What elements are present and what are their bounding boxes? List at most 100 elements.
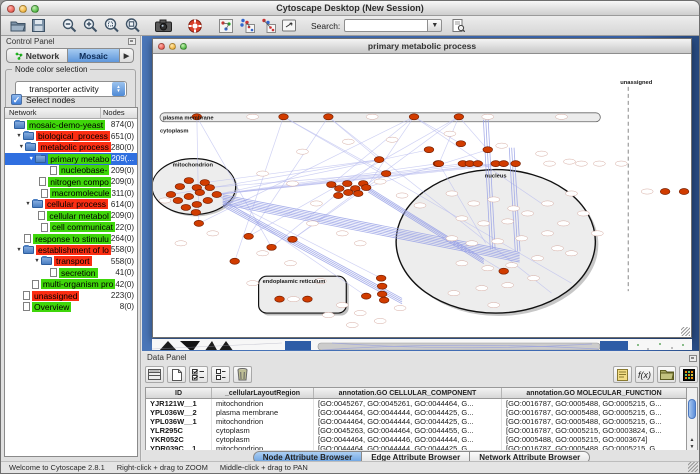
tree-item-transport[interactable]: ▼transport558(0) — [5, 256, 137, 267]
tree-item-biological-process[interactable]: ▼biological_process651(0) — [5, 130, 137, 141]
delete-attribute-button[interactable] — [233, 366, 252, 383]
tree-item-unassigned[interactable]: unassigned223(0) — [5, 290, 137, 301]
network-node[interactable] — [381, 171, 391, 177]
network-node[interactable] — [212, 192, 222, 198]
network-node[interactable] — [361, 185, 371, 191]
label-button[interactable] — [613, 366, 632, 383]
network-node[interactable] — [166, 192, 176, 198]
network-node[interactable] — [379, 297, 389, 303]
network-node[interactable] — [361, 293, 371, 299]
network-node[interactable] — [660, 189, 670, 195]
float-panel-icon[interactable] — [128, 38, 136, 45]
open-button[interactable] — [7, 17, 28, 35]
window-resize-grip[interactable] — [688, 462, 698, 472]
table-row[interactable]: YLR295Ccytoplasm[GO:0045263, GO:0044464,… — [146, 426, 687, 435]
zoom-selected-button[interactable] — [101, 17, 122, 35]
expand-arrow-icon[interactable]: ▼ — [24, 201, 32, 207]
network-node[interactable] — [343, 190, 353, 196]
network-node[interactable] — [353, 191, 363, 197]
network-view-titlebar[interactable]: primary metabolic process — [153, 39, 691, 54]
table-row[interactable]: YPL036W__2plasma membrane[GO:0044464, GO… — [146, 408, 687, 417]
network-node[interactable] — [267, 244, 277, 250]
network-node[interactable] — [499, 268, 509, 274]
network-node[interactable] — [473, 161, 483, 167]
network-node[interactable] — [409, 114, 419, 120]
network-node[interactable] — [499, 161, 509, 167]
zoom-out-button[interactable] — [59, 17, 80, 35]
network-node[interactable] — [376, 275, 386, 281]
network-node[interactable] — [327, 182, 337, 188]
scrollbar-arrows[interactable]: ▲▼ — [687, 437, 697, 451]
network-view-content[interactable]: plasma membranecytoplasmmitochondrionnuc… — [153, 54, 691, 337]
network-node[interactable] — [194, 220, 204, 226]
tree-item-nucleobase-[interactable]: nucleobase-209(0) — [5, 165, 137, 176]
network-node[interactable] — [191, 209, 201, 215]
select-attributes-button[interactable] — [145, 366, 164, 383]
new-attribute-button[interactable] — [167, 366, 186, 383]
table-row[interactable]: YKR052Ccytoplasm[GO:0044464, GO:0044446,… — [146, 435, 687, 444]
save-button[interactable] — [28, 17, 49, 35]
network-node[interactable] — [377, 291, 387, 297]
tab-overflow-arrow-icon[interactable]: ▶ — [120, 48, 134, 63]
network-node[interactable] — [342, 181, 352, 187]
network-node[interactable] — [184, 178, 194, 184]
tree-header-nodes[interactable]: Nodes — [101, 108, 137, 118]
network-node[interactable] — [244, 233, 254, 239]
network-node[interactable] — [173, 197, 183, 203]
expand-network-button[interactable] — [236, 17, 257, 35]
table-row[interactable]: YJR121W__1mitochondrion[GO:0045267, GO:0… — [146, 399, 687, 408]
network-node[interactable] — [205, 185, 215, 191]
tab-mosaic[interactable]: Mosaic — [68, 48, 120, 63]
import-attributes-button[interactable] — [657, 366, 676, 383]
manage-networks-button[interactable] — [215, 17, 236, 35]
network-node[interactable] — [456, 141, 466, 147]
tree-item-cellular-process[interactable]: ▼cellular process614(0) — [5, 199, 137, 210]
search-dropdown-button[interactable]: ▼ — [428, 19, 442, 32]
network-node[interactable] — [377, 283, 387, 289]
network-node[interactable] — [335, 186, 345, 192]
expand-arrow-icon[interactable]: ▼ — [15, 133, 23, 139]
network-node[interactable] — [374, 157, 384, 163]
expand-arrow-icon[interactable]: ▼ — [27, 156, 35, 162]
column-header[interactable]: annotation.GO MOLECULAR_FUNCTION — [502, 388, 687, 398]
network-node[interactable] — [679, 189, 689, 195]
tree-item-macromolecule[interactable]: macromolecule311(0) — [5, 187, 137, 198]
column-header[interactable]: annotation.GO CELLULAR_COMPONENT — [314, 388, 502, 398]
unselect-all-attributes-button[interactable] — [211, 366, 230, 383]
matrix-button[interactable] — [679, 366, 698, 383]
data-panel-float-icon[interactable] — [689, 355, 697, 362]
network-node[interactable] — [483, 147, 493, 153]
network-node[interactable] — [334, 193, 344, 199]
function-builder-button[interactable]: f(x) — [635, 366, 654, 383]
tree-header-network[interactable]: Network — [5, 108, 101, 118]
tree-item-nitrogen-compo[interactable]: nitrogen compo209(0) — [5, 176, 137, 187]
collapse-network-button[interactable] — [257, 17, 278, 35]
table-row[interactable]: YPL036W__1mitochondrion[GO:0044464, GO:0… — [146, 417, 687, 426]
network-node[interactable] — [184, 194, 194, 200]
column-header[interactable]: _cellularLayoutRegion — [212, 388, 314, 398]
select-nodes-checkbox[interactable]: ✓ — [11, 94, 22, 105]
snapshot-button[interactable] — [153, 17, 174, 35]
tree-item-multi-organism-pro[interactable]: multi-organism pro42(0) — [5, 278, 137, 289]
network-node[interactable] — [324, 114, 334, 120]
table-scrollbar[interactable]: ▲▼ — [686, 387, 698, 452]
expand-arrow-icon[interactable]: ▼ — [33, 258, 41, 264]
zoom-fit-button[interactable] — [122, 17, 143, 35]
select-all-attributes-button[interactable] — [189, 366, 208, 383]
network-node[interactable] — [424, 147, 434, 153]
search-options-button[interactable] — [448, 17, 469, 35]
tree-item-overview[interactable]: Overview8(0) — [5, 301, 137, 312]
scrollbar-thumb[interactable] — [688, 399, 696, 419]
network-node[interactable] — [511, 161, 521, 167]
search-input[interactable] — [344, 19, 428, 32]
tree-item-establishment-of-lo[interactable]: ▼establishment of lo558(0) — [5, 244, 137, 255]
network-node[interactable] — [230, 258, 240, 264]
network-node[interactable] — [175, 184, 185, 190]
column-header[interactable]: ID — [146, 388, 212, 398]
tree-item-metabolic-process[interactable]: ▼metabolic process280(0) — [5, 142, 137, 153]
network-node[interactable] — [303, 296, 313, 302]
network-view-frame[interactable]: primary metabolic process plasma membran… — [152, 38, 692, 338]
tree-item-primary-metabo[interactable]: ▼primary metabo209(... — [5, 153, 137, 164]
network-node[interactable] — [203, 197, 213, 203]
tree-item-secretion[interactable]: secretion41(0) — [5, 267, 137, 278]
